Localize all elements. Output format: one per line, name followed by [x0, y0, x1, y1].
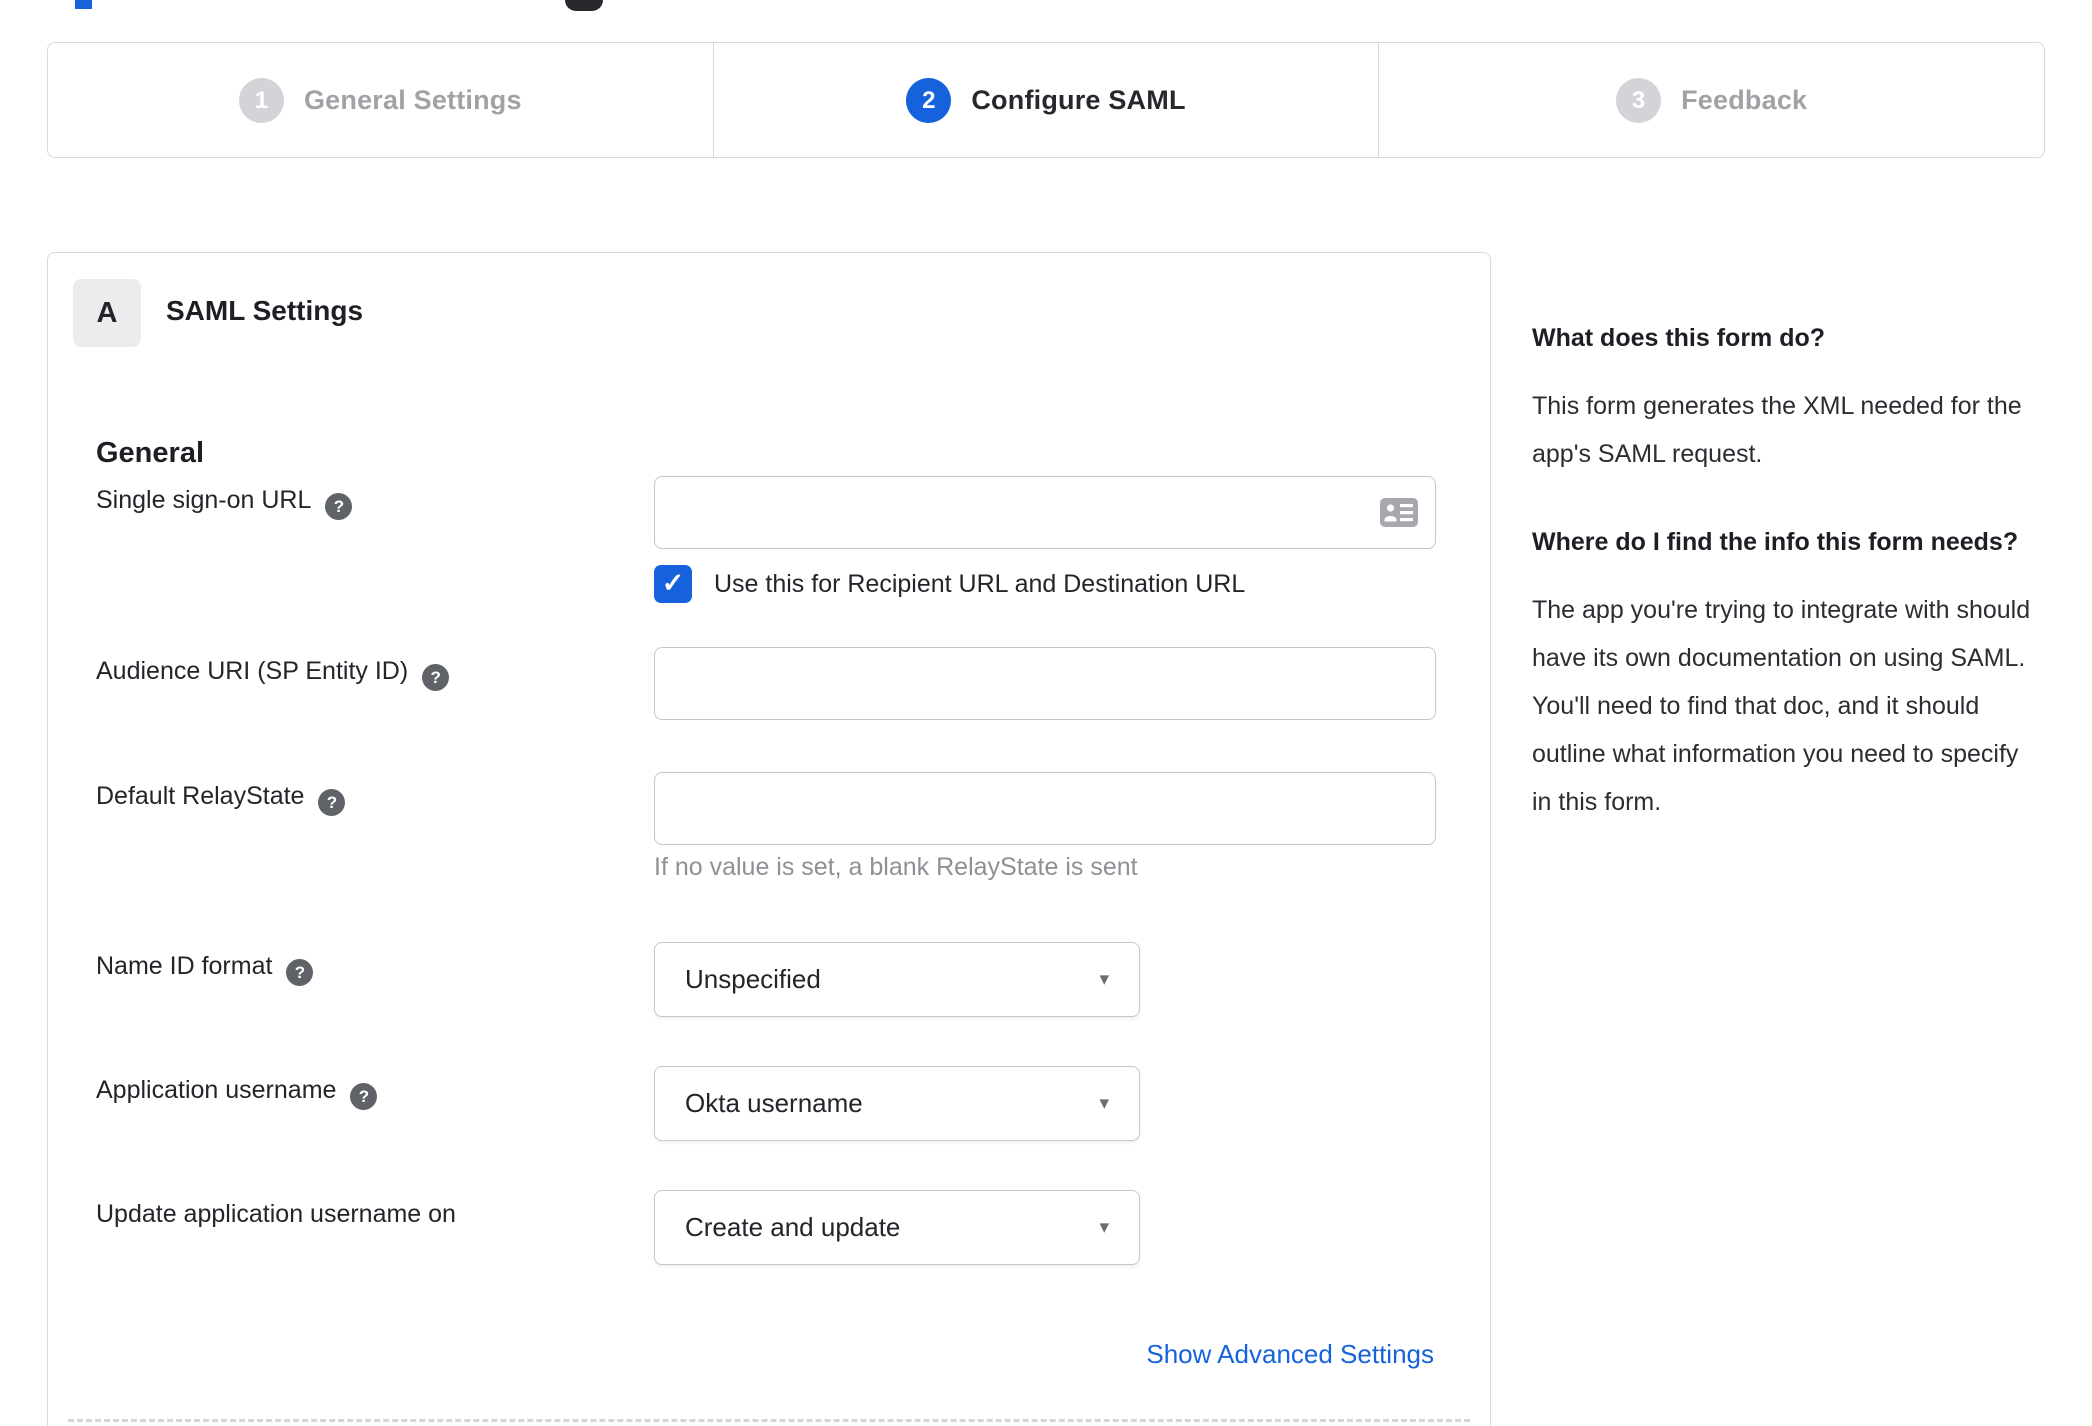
- general-section-heading: General: [96, 437, 204, 469]
- form-help-sidebar: What does this form do? This form genera…: [1532, 316, 2044, 868]
- help-icon[interactable]: ?: [286, 959, 314, 986]
- clipped-content-fragment-blue: [75, 0, 92, 9]
- name-id-format-select[interactable]: Unspecified ▾: [654, 942, 1140, 1017]
- sidebar-heading-what: What does this form do?: [1532, 324, 1826, 352]
- chevron-down-icon: ▾: [1099, 969, 1109, 990]
- section-dashed-divider: [68, 1419, 1470, 1422]
- step-1-number-badge: 1: [238, 77, 284, 123]
- saml-settings-panel: A SAML Settings General Single sign-on U…: [47, 252, 1491, 1426]
- sidebar-body-what: This form generates the XML needed for t…: [1532, 392, 2022, 468]
- update-app-username-label-text: Update application username on: [96, 1200, 456, 1228]
- single-sign-on-url-label-text: Single sign-on URL: [96, 486, 312, 514]
- update-app-username-label: Update application username on: [96, 1200, 456, 1229]
- chevron-down-icon: ▾: [1099, 1217, 1109, 1238]
- application-username-label-text: Application username: [96, 1076, 337, 1104]
- help-icon[interactable]: ?: [350, 1083, 378, 1110]
- audience-uri-input[interactable]: [654, 647, 1436, 720]
- panel-title: SAML Settings: [166, 295, 364, 326]
- sidebar-body-where: The app you're trying to integrate with …: [1532, 596, 2031, 816]
- recipient-url-checkbox[interactable]: ✓: [654, 565, 692, 603]
- audience-uri-input-wrap: [654, 647, 1436, 720]
- update-app-username-value: Create and update: [685, 1212, 901, 1242]
- single-sign-on-url-label: Single sign-on URL?: [96, 486, 353, 520]
- recipient-url-checkbox-row: ✓ Use this for Recipient URL and Destina…: [654, 565, 1245, 603]
- sidebar-heading-where: Where do I find the info this form needs…: [1532, 528, 2019, 556]
- step-2-number-badge: 2: [906, 77, 952, 123]
- help-icon[interactable]: ?: [422, 664, 450, 691]
- audience-uri-label: Audience URI (SP Entity ID)?: [96, 657, 450, 691]
- wizard-stepper: 1 General Settings 2 Configure SAML 3 Fe…: [47, 42, 2045, 158]
- default-relaystate-input[interactable]: [654, 772, 1436, 845]
- contact-card-icon: [1380, 498, 1418, 527]
- default-relaystate-label: Default RelayState?: [96, 782, 346, 816]
- chevron-down-icon: ▾: [1099, 1093, 1109, 1114]
- step-3-number-badge: 3: [1616, 77, 1662, 123]
- name-id-format-value: Unspecified: [685, 964, 821, 994]
- section-a-badge: A: [73, 279, 141, 347]
- single-sign-on-url-input-wrap: [654, 476, 1436, 549]
- clipped-content-fragment-dark: [565, 0, 603, 11]
- audience-uri-label-text: Audience URI (SP Entity ID): [96, 657, 409, 685]
- step-2-label: Configure SAML: [971, 84, 1186, 115]
- step-1-label: General Settings: [303, 84, 522, 115]
- step-3-label: Feedback: [1681, 84, 1808, 115]
- update-app-username-select[interactable]: Create and update ▾: [654, 1190, 1140, 1265]
- application-username-value: Okta username: [685, 1088, 863, 1118]
- step-configure-saml[interactable]: 2 Configure SAML: [712, 43, 1379, 157]
- name-id-format-label: Name ID format?: [96, 952, 314, 986]
- step-feedback[interactable]: 3 Feedback: [1378, 43, 2044, 157]
- default-relaystate-input-wrap: [654, 772, 1436, 845]
- recipient-url-checkbox-label: Use this for Recipient URL and Destinati…: [714, 569, 1246, 598]
- show-advanced-settings-link[interactable]: Show Advanced Settings: [1146, 1339, 1434, 1370]
- single-sign-on-url-input[interactable]: [654, 476, 1436, 549]
- relaystate-helper-text: If no value is set, a blank RelayState i…: [654, 853, 1138, 881]
- application-username-label: Application username?: [96, 1076, 378, 1110]
- default-relaystate-label-text: Default RelayState: [96, 782, 305, 810]
- help-icon[interactable]: ?: [325, 493, 353, 520]
- name-id-format-label-text: Name ID format: [96, 952, 273, 980]
- help-icon[interactable]: ?: [318, 789, 346, 816]
- step-general-settings[interactable]: 1 General Settings: [48, 43, 713, 157]
- application-username-select[interactable]: Okta username ▾: [654, 1066, 1140, 1141]
- okta-configure-saml-page: 1 General Settings 2 Configure SAML 3 Fe…: [0, 0, 2092, 1426]
